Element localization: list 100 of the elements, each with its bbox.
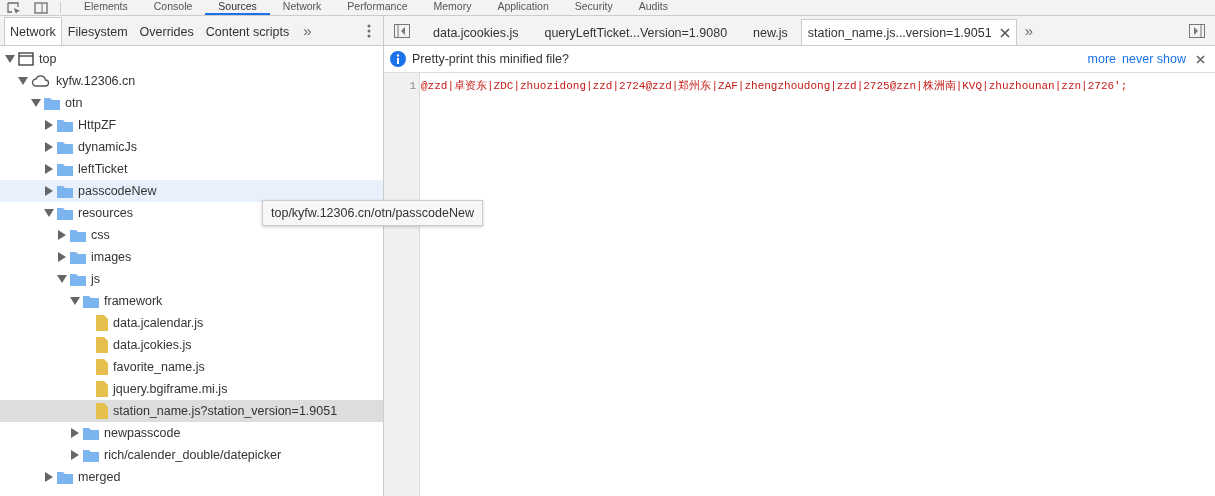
tree-item[interactable]: data.jcokies.js [0,334,383,356]
tree-item[interactable]: HttpZF [0,114,383,136]
frame-icon [18,52,34,66]
expanded-arrow-icon [18,76,28,86]
tree-label: data.jcalendar.js [113,316,204,330]
collapsed-arrow-icon [44,120,54,130]
tree-label: dynamicJs [78,140,138,154]
panel-tab[interactable]: Elements [71,0,141,15]
tree-label: station_name.js?station_version=1.9051 [113,404,338,418]
folder-icon [57,184,73,198]
cloud-icon [31,74,51,88]
folder-icon [57,470,73,484]
device-icon [34,1,50,14]
panel-tab[interactable]: Audits [625,0,681,15]
tree-item[interactable]: js [0,268,383,290]
code-line: @zzd|卓资东|ZDC|zhuozidong|zzd|2724@zzd|郑州东|ZAF|zhengzhoudong|zzd|2725@zzn|株洲南|KVQ|zhuzhounan|zzn|2726'; [420,79,1129,93]
tree-item[interactable]: kyfw.12306.cn [0,70,383,92]
tree-item[interactable]: css [0,224,383,246]
tree-item[interactable]: leftTicket [0,158,383,180]
tree-item[interactable]: framework [0,290,383,312]
tree-label: top [39,52,57,66]
folder-icon [57,118,73,132]
sidebar-toggle-icon [1189,23,1205,38]
tab-title: queryLeftTicket...Version=1.9080 [544,25,728,40]
tree-item[interactable]: merged [0,466,383,488]
panel-tab[interactable]: Application [484,0,562,15]
editor-tab[interactable]: queryLeftTicket...Version=1.9080 [531,19,741,45]
collapsed-arrow-icon [44,164,54,174]
infobar-link[interactable]: more [1087,52,1117,66]
tree-label: merged [78,470,121,484]
tooltip: top/kyfw.12306.cn/otn/passcodeNew [262,200,483,226]
tree-label: HttpZF [78,118,117,132]
expanded-arrow-icon [31,98,41,108]
more-tabs-button[interactable]: » [1016,16,1041,45]
panel-tab[interactable]: Console [140,0,206,15]
folder-icon [70,250,86,264]
tree-label: jquery.bgiframe.mi.js [113,382,228,396]
folder-icon [57,140,73,154]
folder-icon [70,228,86,242]
more-options-icon [367,23,371,38]
file-icon [96,337,108,353]
tree-item[interactable]: favorite_name.js [0,356,383,378]
panel-tab[interactable]: Security [561,0,626,15]
tree-item[interactable]: passcodeNew [0,180,383,202]
tree-item[interactable]: otn [0,92,383,114]
file-icon [96,381,108,397]
tree-label: resources [78,206,133,220]
tree-item[interactable]: newpasscode [0,422,383,444]
line-number: 1 [408,79,417,93]
tree-label: newpasscode [104,426,181,440]
panel-tab[interactable]: Performance [334,0,421,15]
tree-label: otn [65,96,83,110]
folder-icon [57,206,73,220]
tree-label: data.jcokies.js [113,338,192,352]
collapsed-arrow-icon [70,428,80,438]
collapsed-arrow-icon [44,142,54,152]
folder-icon [44,96,60,110]
tree-label: passcodeNew [78,184,157,198]
panel-tab[interactable]: Network [269,0,335,15]
tree-item[interactable]: jquery.bgiframe.mi.js [0,378,383,400]
tab-title: new.js [753,25,788,40]
tree-item[interactable]: data.jcalendar.js [0,312,383,334]
editor-tab[interactable]: data.jcookies.js [420,19,532,45]
file-icon [96,403,108,419]
tree-label: leftTicket [78,162,128,176]
navigator-tab[interactable]: Network [4,17,62,45]
more-tabs-button[interactable]: » [295,16,320,45]
folder-icon [83,448,99,462]
collapsed-arrow-icon [44,186,54,196]
tree-label: js [91,272,101,286]
tree-label: favorite_name.js [113,360,205,374]
tree-label: rich/calender_double/datepicker [104,448,282,462]
close-icon [1196,54,1205,64]
navigator-tab[interactable]: Overrides [133,17,200,45]
folder-icon [57,162,73,176]
collapsed-arrow-icon [44,472,54,482]
expanded-arrow-icon [44,208,54,218]
file-icon [96,359,108,375]
navigator-tab[interactable]: Content scripts [199,17,296,45]
tree-item[interactable]: station_name.js?station_version=1.9051 [0,400,383,422]
folder-icon [83,294,99,308]
tree-item[interactable]: images [0,246,383,268]
expanded-arrow-icon [70,296,80,306]
editor-tab[interactable]: station_name.js...version=1.9051 [800,19,1017,45]
close-icon [999,27,1010,38]
editor-tab[interactable]: new.js [740,19,801,45]
tree-label: css [91,228,110,242]
infobar-link[interactable]: never show [1122,52,1186,66]
file-icon [96,315,108,331]
expanded-arrow-icon [5,54,15,64]
sidebar-toggle-icon [394,23,410,38]
tree-item[interactable]: top [0,48,383,70]
tree-item[interactable]: dynamicJs [0,136,383,158]
navigator-tab[interactable]: Filesystem [61,17,134,45]
collapsed-arrow-icon [70,450,80,460]
tree-label: framework [104,294,163,308]
collapsed-arrow-icon [57,252,67,262]
tree-item[interactable]: rich/calender_double/datepicker [0,444,383,466]
collapsed-arrow-icon [57,230,67,240]
panel-tab[interactable]: Memory [420,0,485,15]
